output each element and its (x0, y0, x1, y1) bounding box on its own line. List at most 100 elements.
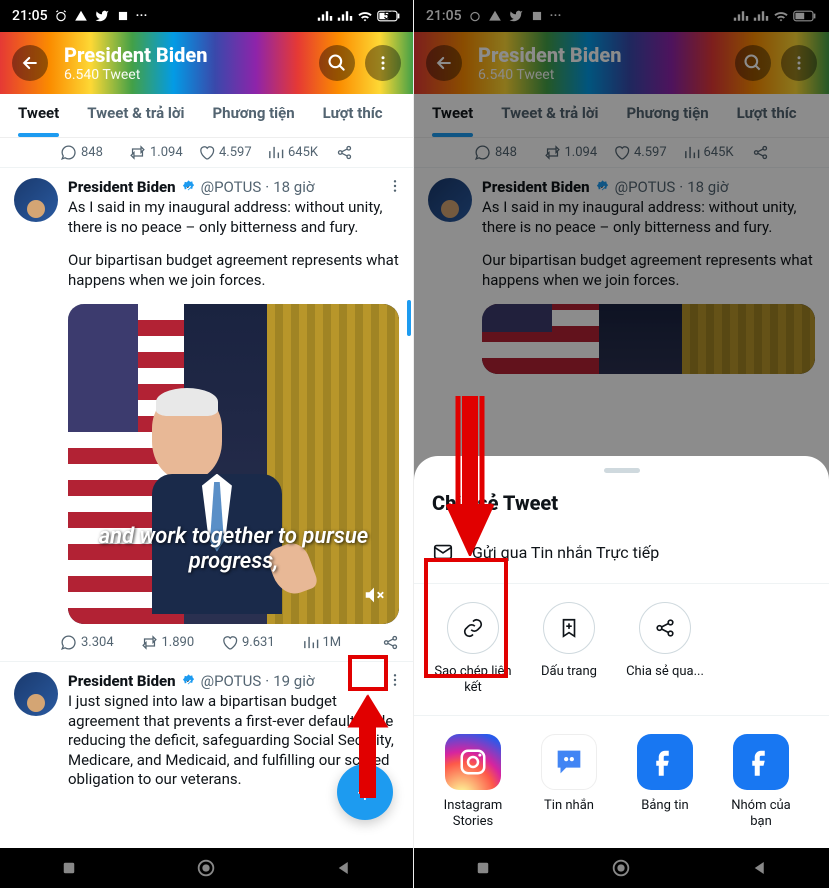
bookmark-action[interactable]: Dấu trang (528, 602, 610, 697)
views-count[interactable]: 1M (302, 634, 379, 651)
bookmark-label: Dấu trang (541, 664, 597, 680)
retweet-count[interactable]: 1.094 (129, 144, 192, 161)
tweet-more[interactable] (387, 178, 403, 198)
facebook-icon (650, 747, 680, 777)
nav-bar (414, 848, 829, 888)
retweet-icon (129, 144, 146, 161)
like-count[interactable]: 9.631 (221, 634, 298, 651)
share-icon (654, 617, 676, 639)
tweet-text: As I said in my inaugural address: witho… (68, 198, 399, 290)
user-line: President Biden @POTUS · 19 giờ (68, 672, 399, 690)
display-name: President Biden (68, 178, 176, 196)
nav-back[interactable] (329, 853, 359, 883)
sheet-handle[interactable] (604, 468, 640, 473)
nav-back[interactable] (745, 853, 775, 883)
share-actions: Sao chép liên kết Dấu trang Chia sẻ qua.… (414, 583, 829, 716)
overflow-button[interactable] (365, 45, 401, 81)
mute-icon (363, 584, 385, 606)
facebook-icon (746, 747, 776, 777)
retweet-icon (141, 634, 158, 651)
app-icon (116, 9, 130, 23)
status-time: 21:05 (12, 8, 48, 24)
app-fb-feed[interactable]: Bảng tin (624, 734, 706, 831)
phone-right: 21:05 ··· President Biden6.540 Tweet (414, 0, 829, 888)
tweet-media[interactable]: and work together to pursue progress, (68, 304, 399, 624)
reply-icon (60, 634, 77, 651)
avatar[interactable] (14, 178, 58, 222)
search-button[interactable] (319, 45, 355, 81)
copy-link-action[interactable]: Sao chép liên kết (432, 602, 514, 697)
more-vertical-icon (387, 672, 403, 688)
mute-button[interactable] (363, 584, 385, 610)
avatar[interactable] (14, 672, 58, 716)
dm-label: Gửi qua Tin nhắn Trực tiếp (472, 543, 659, 562)
wifi-icon (357, 9, 373, 23)
more-vertical-icon (374, 54, 392, 72)
more-vertical-icon (387, 178, 403, 194)
instagram-icon (458, 747, 488, 777)
tab-replies[interactable]: Tweet & trả lời (73, 94, 198, 137)
nav-home[interactable] (191, 853, 221, 883)
tweet-more[interactable] (387, 672, 403, 692)
engagement-bar-prev: 848 1.094 4.597 645K (0, 138, 413, 168)
user-handle: @POTUS (201, 672, 262, 690)
app-messenger[interactable]: Đoạn (816, 734, 829, 831)
twitter-icon (94, 9, 110, 23)
scroll-indicator (407, 300, 411, 336)
bookmark-add-icon (558, 617, 580, 639)
analytics-icon (302, 634, 319, 651)
app-fb-group[interactable]: Nhóm của bạn (720, 734, 802, 831)
more-icon: ··· (136, 8, 148, 24)
compose-fab[interactable]: + (337, 764, 393, 820)
verified-icon (180, 179, 197, 196)
reply-count[interactable]: 848 (60, 144, 123, 161)
link-icon (462, 617, 484, 639)
display-name: President Biden (68, 672, 176, 690)
like-count[interactable]: 4.597 (198, 144, 261, 161)
square-icon (60, 859, 78, 877)
back-button[interactable] (12, 45, 48, 81)
tab-likes[interactable]: Lượt thíc (309, 94, 397, 137)
nav-recent[interactable] (54, 853, 84, 883)
dm-row[interactable]: Gửi qua Tin nhắn Trực tiếp (414, 535, 829, 583)
signal-icon (317, 10, 333, 22)
views-count[interactable]: 645K (267, 144, 330, 161)
battery-pct: 50 (384, 11, 395, 22)
nav-home[interactable] (606, 853, 636, 883)
app-instagram[interactable]: Instagram Stories (432, 734, 514, 831)
user-handle: @POTUS (201, 178, 262, 196)
header-title: President Biden 6.540 Tweet (64, 43, 309, 83)
share-button[interactable] (382, 634, 413, 651)
messages-icon (552, 745, 586, 779)
share-via-action[interactable]: Chia sẻ qua... (624, 602, 706, 697)
signal-icon-2 (337, 10, 353, 22)
share-icon (382, 634, 399, 651)
sheet-title: Chia sẻ Tweet (414, 491, 829, 515)
share-sheet: Chia sẻ Tweet Gửi qua Tin nhắn Trực tiếp… (414, 456, 829, 848)
profile-tabs: Tweet Tweet & trả lời Phương tiện Lượt t… (0, 94, 413, 138)
share-apps: Instagram Stories Tin nhắn Bảng tin Nhóm… (414, 716, 829, 831)
tweet-item[interactable]: President Biden @POTUS · 18 giờ As I sai… (0, 168, 413, 624)
heart-icon (221, 634, 238, 651)
nav-recent[interactable] (468, 853, 498, 883)
status-bar: 21:05 ··· 50 (0, 0, 413, 32)
share-icon (336, 144, 353, 161)
phone-left: 21:05 ··· 50 President Biden 6.540 (0, 0, 414, 888)
tweet-count: 6.540 Tweet (64, 67, 309, 83)
triangle-left-icon (335, 859, 353, 877)
analytics-icon (267, 144, 284, 161)
mail-icon (432, 541, 454, 563)
heart-icon (198, 144, 215, 161)
retweet-count[interactable]: 1.890 (141, 634, 218, 651)
verified-icon (180, 673, 197, 690)
app-messages[interactable]: Tin nhắn (528, 734, 610, 831)
arrow-left-icon (20, 53, 40, 73)
tab-tweets[interactable]: Tweet (4, 94, 73, 137)
tweet-time: 18 giờ (273, 178, 314, 196)
tab-media[interactable]: Phương tiện (199, 94, 309, 137)
reply-count[interactable]: 3.304 (60, 634, 137, 651)
share-button[interactable] (336, 144, 353, 161)
reply-icon (60, 144, 77, 161)
tweet-time: 19 giờ (273, 672, 314, 690)
profile-header: President Biden 6.540 Tweet (0, 32, 413, 94)
